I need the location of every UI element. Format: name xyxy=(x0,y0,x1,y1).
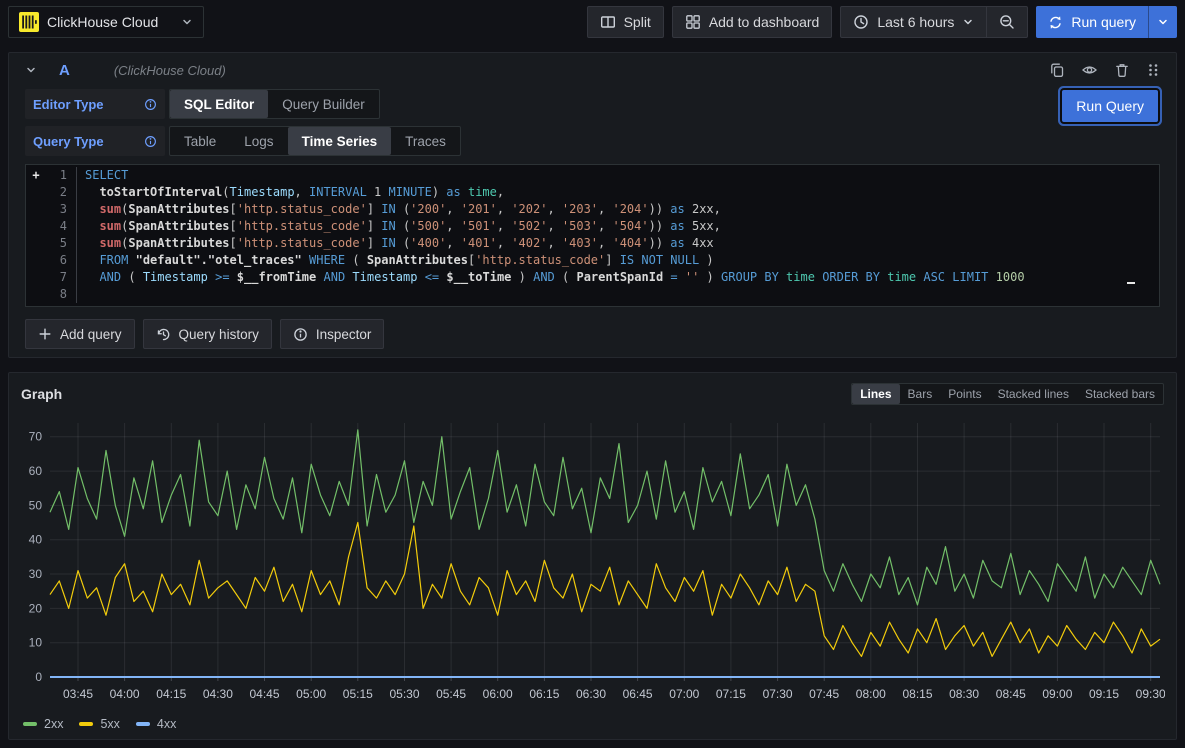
datasource-name: ClickHouse Cloud xyxy=(47,14,173,30)
graph-style-points[interactable]: Points xyxy=(940,384,989,404)
drag-handle-icon[interactable] xyxy=(1146,62,1160,78)
svg-text:07:30: 07:30 xyxy=(763,687,793,701)
query-type-logs[interactable]: Logs xyxy=(230,127,287,155)
svg-text:60: 60 xyxy=(29,464,43,478)
editor-type-label: Editor Type xyxy=(25,89,165,119)
panel-run-query-button[interactable]: Run Query xyxy=(1062,90,1158,122)
datasource-picker[interactable]: ClickHouse Cloud xyxy=(8,6,204,38)
graph-style-stacked-bars[interactable]: Stacked bars xyxy=(1077,384,1163,404)
svg-text:06:45: 06:45 xyxy=(623,687,653,701)
svg-text:08:45: 08:45 xyxy=(996,687,1026,701)
svg-text:06:15: 06:15 xyxy=(529,687,559,701)
query-type-traces[interactable]: Traces xyxy=(391,127,460,155)
run-query-button[interactable]: Run query xyxy=(1036,6,1148,38)
svg-text:07:45: 07:45 xyxy=(809,687,839,701)
svg-text:03:45: 03:45 xyxy=(63,687,93,701)
graph-legend: 2xx 5xx 4xx xyxy=(9,715,1176,739)
clickhouse-logo-icon xyxy=(19,12,39,32)
svg-text:05:45: 05:45 xyxy=(436,687,466,701)
info-icon[interactable] xyxy=(144,135,157,148)
dashboard-grid-icon xyxy=(685,14,701,30)
svg-text:04:15: 04:15 xyxy=(156,687,186,701)
svg-text:40: 40 xyxy=(29,533,43,547)
svg-text:08:15: 08:15 xyxy=(902,687,932,701)
svg-text:06:00: 06:00 xyxy=(483,687,513,701)
graph-style-lines[interactable]: Lines xyxy=(852,384,899,404)
svg-text:08:30: 08:30 xyxy=(949,687,979,701)
run-query-dropdown-toggle[interactable] xyxy=(1148,6,1177,38)
svg-text:05:15: 05:15 xyxy=(343,687,373,701)
add-to-dashboard-button[interactable]: Add to dashboard xyxy=(672,6,833,38)
svg-text:10: 10 xyxy=(29,636,43,650)
svg-text:08:00: 08:00 xyxy=(856,687,886,701)
sync-icon xyxy=(1048,15,1063,30)
svg-text:05:30: 05:30 xyxy=(389,687,419,701)
info-icon[interactable] xyxy=(144,98,157,111)
svg-text:09:15: 09:15 xyxy=(1089,687,1119,701)
query-type-radio-group: Table Logs Time Series Traces xyxy=(169,126,461,156)
split-button[interactable]: Split xyxy=(587,6,664,38)
graph-style-radio-group: Lines Bars Points Stacked lines Stacked … xyxy=(851,383,1164,405)
chevron-down-icon xyxy=(1157,16,1169,28)
chevron-down-icon xyxy=(181,16,193,28)
clock-icon xyxy=(853,14,869,30)
split-icon xyxy=(600,14,616,30)
graph-panel-title: Graph xyxy=(21,386,62,402)
svg-text:20: 20 xyxy=(29,601,43,615)
hide-response-eye-icon[interactable] xyxy=(1081,62,1098,78)
graph-style-bars[interactable]: Bars xyxy=(900,384,941,404)
zoom-out-icon xyxy=(999,14,1015,30)
editor-type-query-builder[interactable]: Query Builder xyxy=(268,90,379,118)
svg-text:50: 50 xyxy=(29,498,43,512)
svg-text:04:00: 04:00 xyxy=(110,687,140,701)
svg-text:30: 30 xyxy=(29,567,43,581)
legend-swatch-4xx xyxy=(136,722,150,726)
svg-text:06:30: 06:30 xyxy=(576,687,606,701)
svg-text:09:30: 09:30 xyxy=(1136,687,1165,701)
explore-toolbar: ClickHouse Cloud Split Add to dashboard xyxy=(0,0,1185,44)
query-row-header[interactable]: A (ClickHouse Cloud) xyxy=(9,53,1176,87)
query-type-label: Query Type xyxy=(25,126,165,156)
editor-type-radio-group: SQL Editor Query Builder xyxy=(169,89,380,119)
graph-style-stacked-lines[interactable]: Stacked lines xyxy=(990,384,1077,404)
query-ref-id: A xyxy=(59,62,70,79)
chevron-down-icon xyxy=(962,16,974,28)
info-circle-icon xyxy=(293,327,308,342)
timeseries-chart[interactable]: 0 10 20 30 40 50 60 70 03:45 04:00 04:15 04:30 04:45… xyxy=(20,409,1165,715)
time-range-picker[interactable]: Last 6 hours xyxy=(840,6,987,38)
query-type-time-series[interactable]: Time Series xyxy=(288,127,392,155)
zoom-out-time-button[interactable] xyxy=(987,6,1028,38)
collapse-chevron-icon[interactable] xyxy=(25,64,37,76)
svg-text:05:00: 05:00 xyxy=(296,687,326,701)
svg-text:04:30: 04:30 xyxy=(203,687,233,701)
sql-code-editor[interactable]: +1SELECT2 toStartOfInterval(Timestamp, I… xyxy=(25,164,1160,307)
duplicate-query-icon[interactable] xyxy=(1049,62,1065,78)
graph-panel: Graph Lines Bars Points Stacked lines St… xyxy=(8,372,1177,740)
svg-text:07:15: 07:15 xyxy=(716,687,746,701)
run-query-split-button: Run query xyxy=(1036,6,1177,38)
query-editor-panel: A (ClickHouse Cloud) xyxy=(8,52,1177,358)
svg-text:04:45: 04:45 xyxy=(249,687,279,701)
svg-text:0: 0 xyxy=(35,670,42,684)
query-history-button[interactable]: Query history xyxy=(143,319,272,349)
query-datasource-hint: (ClickHouse Cloud) xyxy=(114,63,226,78)
query-type-table[interactable]: Table xyxy=(170,127,230,155)
legend-swatch-5xx xyxy=(79,722,93,726)
inspector-button[interactable]: Inspector xyxy=(280,319,385,349)
svg-text:09:00: 09:00 xyxy=(1042,687,1072,701)
svg-text:07:00: 07:00 xyxy=(669,687,699,701)
add-query-button[interactable]: Add query xyxy=(25,319,135,349)
svg-text:70: 70 xyxy=(29,430,43,444)
plus-icon xyxy=(38,327,52,341)
editor-type-sql-editor[interactable]: SQL Editor xyxy=(170,90,268,118)
remove-query-trash-icon[interactable] xyxy=(1114,62,1130,78)
history-icon xyxy=(156,327,171,342)
legend-swatch-2xx xyxy=(23,722,37,726)
